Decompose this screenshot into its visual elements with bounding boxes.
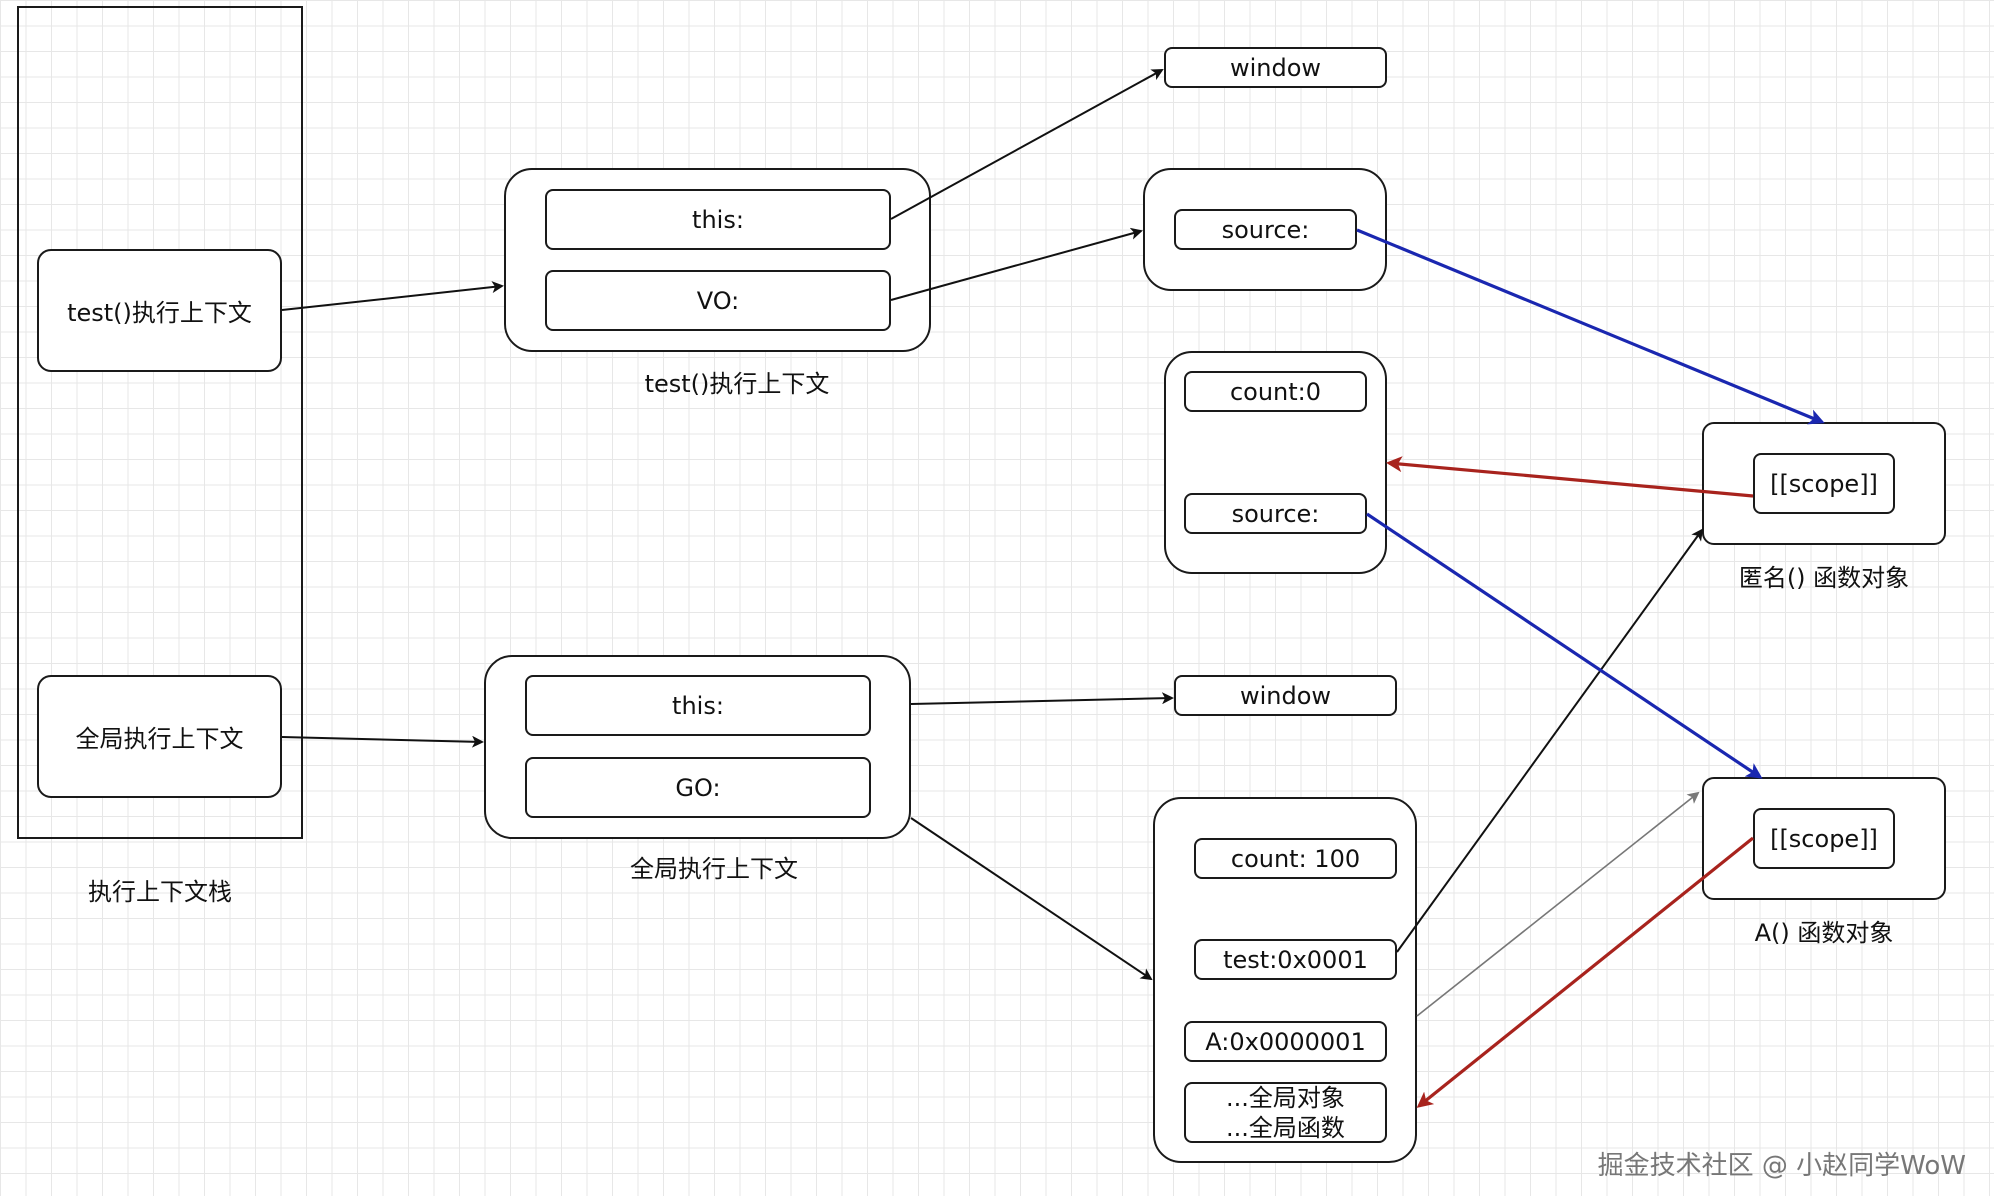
vo-source-field[interactable]: source:	[1174, 209, 1357, 250]
window-top-box[interactable]: window	[1164, 47, 1387, 88]
arrow-anon-scope-to-closure	[1386, 456, 1754, 498]
test-vo-field[interactable]: VO:	[545, 270, 891, 331]
anon-scope-field[interactable]: [[scope]]	[1753, 453, 1895, 514]
test-this-field[interactable]: this:	[545, 189, 891, 250]
closure-source-field[interactable]: source:	[1184, 493, 1367, 534]
stack-item-global-context[interactable]: 全局执行上下文	[37, 675, 282, 798]
closure-count-field[interactable]: count:0	[1184, 371, 1367, 412]
arrow-a-pointer-to-a-function	[1416, 791, 1700, 1017]
arrow-stack-to-test-context	[281, 281, 504, 311]
global-go-field[interactable]: GO:	[525, 757, 871, 818]
test-context-label: test()执行上下文	[644, 370, 830, 398]
global-rest-line-2: ...全局函数	[1226, 1113, 1345, 1142]
global-count-field[interactable]: count: 100	[1194, 838, 1397, 879]
arrow-stack-to-global-context	[281, 735, 484, 748]
arrow-test-pointer-to-anon-function	[1396, 528, 1704, 953]
watermark-text: 掘金技术社区 @ 小赵同学WoW	[1597, 1151, 1966, 1181]
window-bottom-box[interactable]: window	[1174, 675, 1397, 716]
global-context-label: 全局执行上下文	[630, 855, 798, 883]
arrow-closure-source-to-a-function	[1366, 512, 1763, 779]
global-test-field[interactable]: test:0x0001	[1194, 939, 1397, 980]
arrow-global-this-to-window	[910, 692, 1174, 705]
stack-item-test-context[interactable]: test()执行上下文	[37, 249, 282, 372]
arrow-test-this-to-window	[890, 69, 1164, 220]
anonymous-function-label: 匿名() 函数对象	[1738, 564, 1910, 592]
a-function-label: A() 函数对象	[1754, 919, 1894, 947]
arrow-vo-source-to-anon-function	[1356, 228, 1825, 425]
arrow-global-go-to-global-object	[910, 817, 1153, 981]
global-rest-line-1: ...全局对象	[1226, 1083, 1345, 1112]
global-this-field[interactable]: this:	[525, 675, 871, 736]
global-a-field[interactable]: A:0x0000001	[1184, 1021, 1387, 1062]
global-rest-field[interactable]: ...全局对象 ...全局函数	[1184, 1082, 1387, 1143]
stack-label: 执行上下文栈	[88, 878, 232, 906]
a-scope-field[interactable]: [[scope]]	[1753, 808, 1895, 869]
